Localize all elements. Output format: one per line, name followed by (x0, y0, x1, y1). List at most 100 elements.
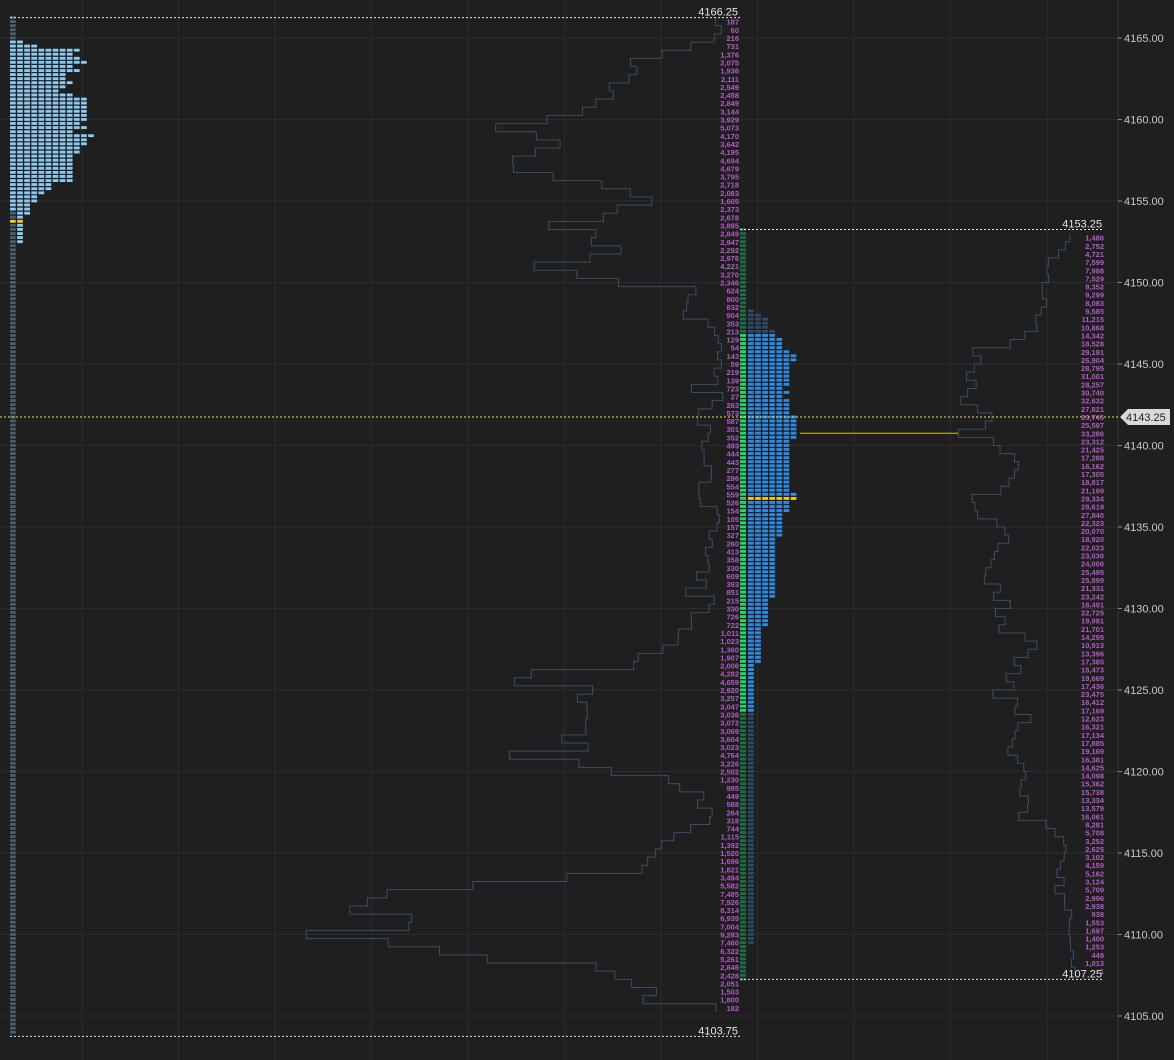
tpo-block (10, 85, 16, 89)
tpo-block (24, 105, 30, 109)
tpo-block (748, 851, 754, 855)
tpo-block (790, 427, 797, 431)
volume-label: 182 (726, 1004, 739, 1013)
tpo-block (755, 562, 761, 566)
tpo-block (755, 611, 761, 614)
tick-cell (740, 276, 746, 280)
tpo-block (10, 411, 16, 415)
tpo-block (10, 798, 16, 802)
tpo-block (31, 52, 38, 56)
tpo-block (776, 468, 783, 472)
tpo-block (10, 973, 16, 977)
tpo-block (31, 130, 38, 134)
tpo-block (10, 761, 16, 765)
tpo-block (24, 85, 30, 89)
tpo-block (66, 126, 73, 129)
tick-cell (740, 716, 746, 720)
tpo-block (10, 423, 16, 427)
tpo-block (755, 431, 761, 435)
tpo-block (748, 749, 754, 753)
tpo-block (24, 146, 30, 150)
tpo-block (755, 578, 761, 582)
tpo-block (66, 64, 73, 68)
tick-cell (740, 329, 746, 333)
tpo-block (762, 566, 768, 570)
tpo-block (755, 358, 761, 362)
tpo-block (66, 158, 73, 162)
tpo-block (59, 93, 66, 97)
tpo-block (769, 505, 776, 508)
tpo-block (10, 285, 16, 288)
tpo-block (762, 342, 768, 345)
tpo-block (31, 56, 38, 60)
tpo-block (748, 378, 754, 382)
tpo-block (776, 382, 783, 386)
tick-cell (740, 851, 746, 855)
tpo-block (31, 60, 38, 64)
tpo-block (52, 179, 59, 182)
tick-cell (740, 533, 746, 537)
tpo-block (783, 366, 790, 370)
tpo-block (66, 162, 73, 166)
price-axis[interactable]: 4165.00 4160.00 4155.00 4150.00 4145.00 4140.… (1118, 33, 1170, 1023)
tick-cell (740, 745, 746, 749)
tpo-block (10, 142, 16, 146)
tpo-block (10, 932, 16, 936)
tick-cell (740, 945, 746, 949)
tpo-block (10, 741, 16, 745)
tpo-block (769, 411, 776, 415)
tpo-block (748, 525, 754, 529)
tick-cell (740, 676, 746, 680)
tpo-block (10, 627, 16, 631)
tick-cell (740, 358, 746, 362)
tpo-block (748, 904, 754, 908)
tpo-block (10, 501, 16, 504)
tpo-block (10, 407, 16, 411)
tpo-block (769, 594, 776, 598)
tpo-block (776, 435, 783, 439)
tpo-block (10, 635, 16, 639)
tpo-block (45, 130, 52, 134)
volume-profile-left-outline (305, 17, 724, 1012)
tpo-block (748, 325, 754, 329)
tick-cell (740, 725, 746, 729)
tick-cell (740, 863, 746, 867)
tpo-block (17, 158, 23, 162)
tpo-block (748, 431, 754, 435)
tick-cell (740, 378, 746, 382)
tpo-block (755, 476, 761, 480)
tpo-block (769, 464, 776, 468)
tpo-block (762, 541, 768, 545)
tpo-block (10, 150, 16, 154)
tpo-block (755, 643, 761, 647)
tpo-block (10, 900, 16, 904)
tpo-block (17, 44, 23, 48)
tpo-block (755, 407, 761, 411)
tick-cell (740, 488, 746, 492)
tpo-block (66, 97, 73, 101)
tpo-block (24, 81, 30, 85)
tpo-block (755, 378, 761, 382)
tpo-block (17, 117, 23, 121)
tpo-block (17, 236, 23, 240)
tpo-block (755, 464, 761, 468)
tpo-block (755, 338, 761, 341)
tpo-block (748, 863, 754, 867)
tpo-block (31, 187, 38, 191)
tpo-block (10, 928, 16, 932)
tpo-block (10, 362, 16, 366)
tpo-block (748, 737, 754, 741)
tpo-block (38, 122, 45, 125)
tpo-block (748, 855, 754, 859)
tpo-block (769, 460, 776, 464)
tpo-block (10, 904, 16, 908)
tick-cell (740, 354, 746, 358)
tpo-block (10, 643, 16, 647)
tpo-block (10, 990, 16, 993)
tpo-block (755, 435, 761, 439)
tpo-block (10, 97, 16, 101)
tpo-block (52, 130, 59, 134)
tpo-block (10, 602, 16, 606)
tpo-block (24, 73, 30, 77)
tick-cell (740, 280, 746, 284)
